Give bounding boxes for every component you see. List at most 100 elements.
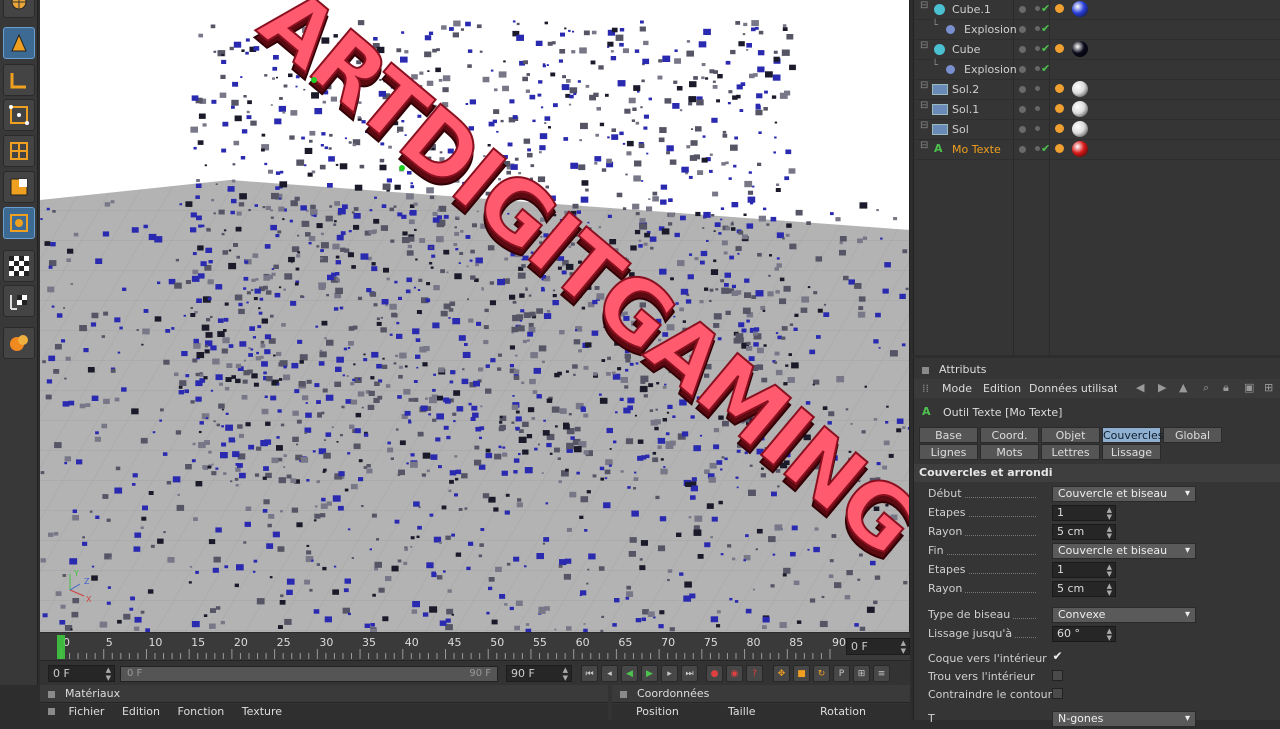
tag-icon[interactable]	[1055, 44, 1064, 53]
end-frame-field[interactable]: 90 F ▲ ▼	[506, 665, 572, 682]
object-axis-icon[interactable]	[3, 64, 35, 96]
menu-fichier[interactable]: Fichier	[69, 705, 105, 718]
render-dot[interactable]	[1035, 26, 1040, 31]
up-arrow-icon[interactable]: ▲	[1179, 381, 1187, 394]
tab-global[interactable]: Global	[1163, 427, 1222, 443]
polygons-mode-icon[interactable]	[3, 171, 35, 203]
material-tag-icon[interactable]	[1072, 121, 1088, 137]
key-scale-icon[interactable]: ■	[793, 665, 810, 682]
timeline-menu-icon[interactable]: ≡	[873, 665, 890, 682]
coque-checkbox[interactable]: ✔	[1052, 650, 1063, 663]
tab-base[interactable]: Base	[919, 427, 978, 443]
tag-icon[interactable]	[1055, 104, 1064, 113]
enabled-check-icon[interactable]: ✔	[1041, 142, 1050, 155]
3d-viewport[interactable]: ARTDIGITGAMING ARTDIGITGAMING Y Z X	[40, 0, 910, 632]
back-arrow-icon[interactable]: ◀	[1136, 381, 1144, 394]
visibility-dot[interactable]	[1019, 46, 1026, 53]
forward-arrow-icon[interactable]: ▶	[1158, 381, 1166, 394]
render-dot[interactable]	[1035, 146, 1040, 151]
contraindre-checkbox[interactable]	[1052, 688, 1063, 699]
search-icon[interactable]: ⌕	[1203, 381, 1209, 395]
render-dot[interactable]	[1035, 6, 1040, 11]
prev-key-icon[interactable]: ◂	[601, 665, 618, 682]
material-tag-icon[interactable]	[1072, 101, 1088, 117]
visibility-dot[interactable]	[1019, 86, 1026, 93]
lissage-field[interactable]: 60 ° ▲ ▼	[1052, 626, 1116, 642]
key-parameter-icon[interactable]: P	[833, 665, 850, 682]
material-tag-icon[interactable]	[1072, 41, 1088, 57]
trou-checkbox[interactable]	[1052, 670, 1063, 681]
object-row[interactable]: ⊟ Cube.1 ✔	[914, 0, 1280, 20]
object-row[interactable]: ⊟ Sol.1	[914, 100, 1280, 120]
render-dot[interactable]	[1035, 46, 1040, 51]
object-row[interactable]: ⊟ Cube ✔	[914, 40, 1280, 60]
object-row[interactable]: ⊟ Sol	[914, 120, 1280, 140]
tag-icon[interactable]	[1055, 4, 1064, 13]
visibility-dot[interactable]	[1019, 146, 1026, 153]
menu-user-data[interactable]: Données utilisateur	[1029, 382, 1117, 395]
menu-edition[interactable]: Edition	[983, 382, 1021, 395]
etapes1-field[interactable]: 1 ▲ ▼	[1052, 505, 1116, 521]
start-frame-field[interactable]: 0 F ▲ ▼	[48, 665, 115, 682]
world-icon[interactable]	[3, 0, 35, 18]
tab-coord[interactable]: Coord.	[980, 427, 1039, 443]
points-mode-icon[interactable]	[3, 99, 35, 131]
menu-fonction[interactable]: Fonction	[178, 705, 225, 718]
tab-couvercles[interactable]: Couvercles	[1102, 427, 1164, 443]
rayon2-field[interactable]: 5 cm ▲ ▼	[1052, 581, 1116, 597]
goto-end-icon[interactable]: ⏭	[681, 665, 698, 682]
material-tag-icon[interactable]	[1072, 1, 1088, 17]
render-dot[interactable]	[1035, 106, 1040, 111]
workplane-icon[interactable]	[3, 285, 35, 317]
rayon1-field[interactable]: 5 cm ▲ ▼	[1052, 524, 1116, 540]
frame-range-slider[interactable]: 0 F 90 F	[120, 666, 498, 682]
enabled-check-icon[interactable]: ✔	[1041, 22, 1050, 35]
visibility-dot[interactable]	[1019, 6, 1026, 13]
type-biseau-dropdown[interactable]: Convexe	[1052, 607, 1196, 623]
autokey-icon[interactable]: ◉	[726, 665, 743, 682]
current-frame-field[interactable]: 0 F ▲ ▼	[846, 638, 910, 655]
etapes2-field[interactable]: 1 ▲ ▼	[1052, 562, 1116, 578]
handle-point[interactable]	[311, 77, 317, 83]
debut-dropdown[interactable]: Couvercle et biseau	[1052, 486, 1196, 502]
object-row[interactable]: └ Explosion ✔	[914, 20, 1280, 40]
menu-texture[interactable]: Texture	[242, 705, 282, 718]
object-row[interactable]: └ Explosion ✔	[914, 60, 1280, 80]
key-position-icon[interactable]: ✥	[773, 665, 790, 682]
next-key-icon[interactable]: ▸	[661, 665, 678, 682]
key-pla-icon[interactable]: ⊞	[853, 665, 870, 682]
tab-lettres[interactable]: Lettres	[1041, 444, 1100, 460]
uv-mode-icon[interactable]	[3, 207, 35, 239]
key-rotation-icon[interactable]: ↻	[813, 665, 830, 682]
render-dot[interactable]	[1035, 66, 1040, 71]
goto-start-icon[interactable]: ⏮	[581, 665, 598, 682]
menu-mode[interactable]: Mode	[942, 382, 972, 395]
playhead[interactable]	[57, 635, 65, 659]
handle-point[interactable]	[399, 165, 405, 171]
play-forward-icon[interactable]: ▶	[641, 665, 658, 682]
model-mode-icon[interactable]	[3, 27, 35, 59]
visibility-dot[interactable]	[1019, 106, 1026, 113]
visibility-dot[interactable]	[1019, 126, 1026, 133]
tag-icon[interactable]	[1055, 84, 1064, 93]
object-row[interactable]: ⊟ Sol.2	[914, 80, 1280, 100]
enabled-check-icon[interactable]: ✔	[1041, 42, 1050, 55]
render-dot[interactable]	[1035, 86, 1040, 91]
visibility-dot[interactable]	[1019, 26, 1026, 33]
play-backward-icon[interactable]: ◀	[621, 665, 638, 682]
tab-mots[interactable]: Mots	[980, 444, 1039, 460]
fin-dropdown[interactable]: Couvercle et biseau	[1052, 543, 1196, 559]
render-dot[interactable]	[1035, 126, 1040, 131]
tab-objet[interactable]: Objet	[1041, 427, 1100, 443]
material-tag-icon[interactable]	[1072, 141, 1088, 157]
visibility-dot[interactable]	[1019, 66, 1026, 73]
timeline-ruler[interactable]: 0 5 10 15 20 25 30 35 40 45 50 55 60 65 70 75 80 85 90 0 F…	[40, 633, 910, 660]
lock-icon[interactable]: 🔒︎	[1223, 381, 1229, 395]
tab-lissage[interactable]: Lissage	[1102, 444, 1161, 460]
partial-dropdown[interactable]: N-gones	[1052, 711, 1196, 727]
enabled-check-icon[interactable]: ✔	[1041, 62, 1050, 75]
enabled-check-icon[interactable]: ✔	[1041, 2, 1050, 15]
object-row[interactable]: ⊟ A Mo Texte ✔	[914, 140, 1280, 160]
expand-icon[interactable]: ⊞	[1264, 381, 1273, 394]
tab-lignes[interactable]: Lignes	[919, 444, 978, 460]
